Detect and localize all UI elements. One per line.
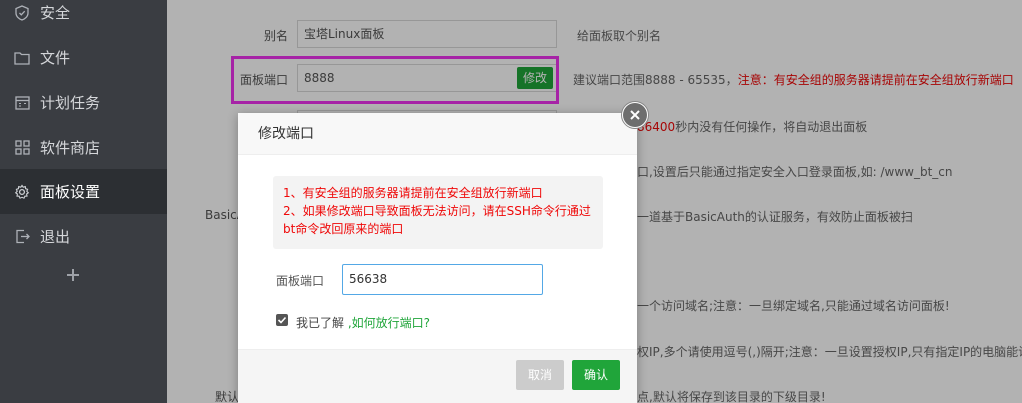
gear-icon xyxy=(14,184,30,200)
sidebar-item-files[interactable]: 文件 xyxy=(0,35,167,80)
dialog-title: 修改端口 xyxy=(238,113,637,155)
cancel-button[interactable]: 取消 xyxy=(516,360,564,390)
warning-line-2: 2、如果修改端口导致面板无法访问，请在SSH命令行通过bt命令改回原来的端口 xyxy=(283,204,591,236)
sidebar-item-label: 面板设置 xyxy=(40,183,101,201)
calendar-icon xyxy=(14,95,30,111)
sidebar-item-panel-settings[interactable]: 面板设置 xyxy=(0,169,167,214)
sidebar-item-label: 安全 xyxy=(40,4,71,22)
warning-box: 1、有安全组的服务器请提前在安全组放行新端口 2、如果修改端口导致面板无法访问，… xyxy=(273,176,603,249)
sidebar-item-logout[interactable]: 退出 xyxy=(0,214,167,259)
add-menu-button[interactable] xyxy=(64,266,82,284)
sidebar: 安全 文件 计划任务 软件商店 面板设置 退出 xyxy=(0,0,167,403)
sidebar-item-label: 计划任务 xyxy=(40,94,101,112)
change-port-dialog: 修改端口 1、有安全组的服务器请提前在安全组放行新端口 2、如果修改端口导致面板… xyxy=(238,113,637,403)
dialog-port-input[interactable]: 56638 xyxy=(342,264,543,295)
dialog-port-label: 面板端口 xyxy=(276,274,325,288)
logout-icon xyxy=(14,229,30,245)
sidebar-item-security[interactable]: 安全 xyxy=(0,0,167,35)
ack-label: 我已了解 ,如何放行端口? xyxy=(296,314,430,331)
ack-text: 我已了解 xyxy=(296,316,345,330)
folder-icon xyxy=(14,50,30,66)
warning-line-1: 1、有安全组的服务器请提前在安全组放行新端口 xyxy=(283,186,543,200)
sidebar-item-label: 文件 xyxy=(40,49,71,67)
sidebar-item-store[interactable]: 软件商店 xyxy=(0,125,167,170)
check-icon xyxy=(277,316,287,324)
dialog-close-button[interactable] xyxy=(621,101,649,129)
close-icon xyxy=(623,103,647,127)
sidebar-item-label: 退出 xyxy=(40,228,71,246)
confirm-button[interactable]: 确认 xyxy=(572,360,620,390)
dialog-footer: 取消 确认 xyxy=(238,349,637,403)
plus-icon xyxy=(67,269,79,281)
how-to-open-port-link[interactable]: ,如何放行端口? xyxy=(348,316,430,330)
sidebar-item-label: 软件商店 xyxy=(40,139,101,157)
ack-checkbox[interactable] xyxy=(276,314,288,326)
shield-icon xyxy=(14,4,30,21)
sidebar-item-cron[interactable]: 计划任务 xyxy=(0,80,167,125)
apps-grid-icon xyxy=(14,140,30,156)
